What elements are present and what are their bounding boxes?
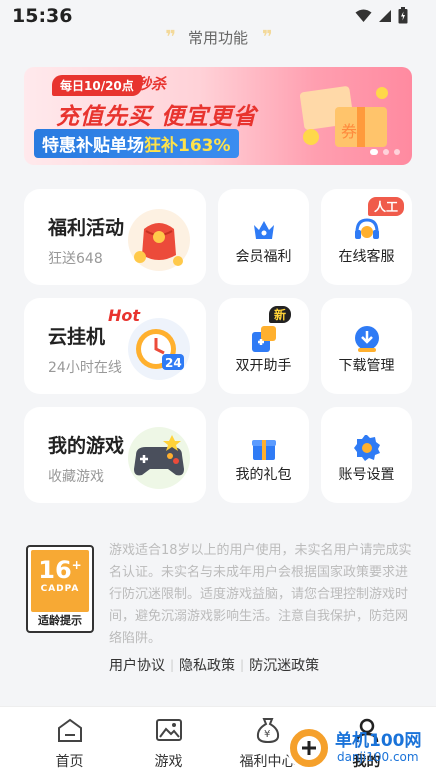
tab-label: 游戏	[154, 754, 183, 770]
link-separator: |	[240, 658, 245, 672]
pager-dot	[383, 149, 389, 155]
status-time: 15:36	[12, 5, 73, 27]
card-label: 在线客服	[338, 249, 395, 265]
anti-addiction-notice: 游戏适合18岁以上的用户使用，未实名用户请完成实名认证。未实名与未成年用户会根据…	[109, 543, 412, 646]
tab-games[interactable]: 游戏	[125, 715, 212, 771]
link-separator: |	[170, 658, 175, 672]
promo-banner[interactable]: 每日10/20点 秒杀 充值先买 便宜更省 特惠补贴单场狂补163% 券	[24, 67, 412, 165]
my-gift-pack-card[interactable]: 我的礼包	[218, 407, 309, 503]
gamepad-icon	[128, 427, 190, 489]
card-label: 会员福利	[235, 249, 292, 265]
age-value: 16	[38, 556, 72, 584]
badge-human: 人工	[367, 197, 404, 216]
user-agreement-link[interactable]: 用户协议	[109, 655, 165, 675]
watermark-text: 单机100网	[335, 731, 422, 751]
headset-icon	[354, 218, 379, 239]
anti-addiction-policy-link[interactable]: 防沉迷政策	[249, 655, 319, 675]
quote-left-icon: ❞	[165, 27, 175, 48]
gift-box-icon: 券	[299, 86, 388, 147]
badge-new: 新	[268, 306, 291, 323]
privacy-policy-link[interactable]: 隐私政策	[179, 655, 235, 675]
tab-home[interactable]: 首页	[26, 715, 113, 771]
cloud-hosting-card[interactable]: Hot 云挂机 24小时在线 24	[24, 298, 206, 394]
banner-flash-sale: 秒杀	[136, 75, 167, 93]
member-benefits-card[interactable]: 会员福利	[218, 189, 309, 285]
status-icons	[355, 7, 408, 24]
card-subtitle: 狂送648	[48, 251, 103, 267]
game-image-icon	[155, 719, 182, 741]
card-label: 下载管理	[338, 358, 395, 374]
home-icon	[57, 718, 82, 742]
banner-subline-prefix: 特惠补贴单场	[42, 136, 144, 156]
download-manager-card[interactable]: 下载管理	[321, 298, 412, 394]
clock-24-icon: 24	[128, 318, 190, 380]
pager-dot	[370, 149, 378, 155]
age-rating-tip: 适龄提示	[38, 614, 82, 627]
section-title-text: 常用功能	[187, 29, 248, 47]
svg-text:24: 24	[165, 356, 182, 370]
money-bag-icon: ¥	[256, 718, 279, 744]
card-label: 我的礼包	[235, 467, 292, 483]
card-label: 账号设置	[338, 467, 395, 483]
age-rating-org: CADPA	[40, 584, 80, 594]
card-title: 云挂机	[48, 326, 106, 348]
section-title: ❞ 常用功能 ❞	[0, 27, 436, 48]
download-icon	[354, 326, 379, 352]
welfare-activity-card[interactable]: 福利活动 狂送648	[24, 189, 206, 285]
watermark-url: danji100.com	[337, 750, 419, 764]
age-rating-badge: 16+ CADPA 适龄提示	[26, 545, 94, 633]
online-service-card[interactable]: 人工 在线客服	[321, 189, 412, 285]
red-envelope-icon	[128, 209, 190, 271]
card-title: 福利活动	[48, 217, 125, 239]
watermark-circle-icon	[287, 726, 331, 770]
my-games-card[interactable]: 我的游戏 收藏游戏	[24, 407, 206, 503]
age-rating-number: 16+	[31, 556, 89, 584]
card-label: 双开助手	[235, 358, 292, 374]
wifi-icon	[355, 9, 372, 22]
card-subtitle: 收藏游戏	[48, 469, 104, 485]
card-title: 我的游戏	[48, 435, 125, 457]
card-subtitle: 24小时在线	[48, 360, 122, 376]
settings-gear-icon	[353, 435, 380, 461]
battery-icon	[398, 7, 408, 24]
dual-open-helper-card[interactable]: 新 双开助手	[218, 298, 309, 394]
tab-label: 首页	[55, 754, 84, 770]
plus-circle-icon	[297, 736, 321, 760]
banner-subline: 特惠补贴单场狂补163%	[34, 129, 239, 158]
pager-dot	[394, 149, 400, 155]
age-plus: +	[71, 558, 82, 572]
banner-pager	[370, 149, 400, 155]
watermark-logo: 单机100网 danji100.com	[285, 724, 435, 774]
banner-subline-highlight: 狂补163%	[144, 136, 231, 156]
age-rating-box: 16+ CADPA	[31, 550, 89, 612]
quote-right-icon: ❞	[262, 27, 272, 48]
banner-tag: 每日10/20点	[52, 75, 142, 96]
dual-open-icon	[251, 326, 276, 352]
policy-links: 用户协议 | 隐私政策 | 防沉迷政策	[109, 655, 319, 675]
crown-icon	[253, 221, 274, 239]
banner-box-text: 券	[341, 122, 357, 141]
gift-icon	[251, 440, 276, 460]
account-settings-card[interactable]: 账号设置	[321, 407, 412, 503]
banner-headline: 充值先买 便宜更省	[56, 104, 258, 130]
signal-icon	[379, 9, 391, 22]
svg-text:¥: ¥	[264, 729, 270, 740]
